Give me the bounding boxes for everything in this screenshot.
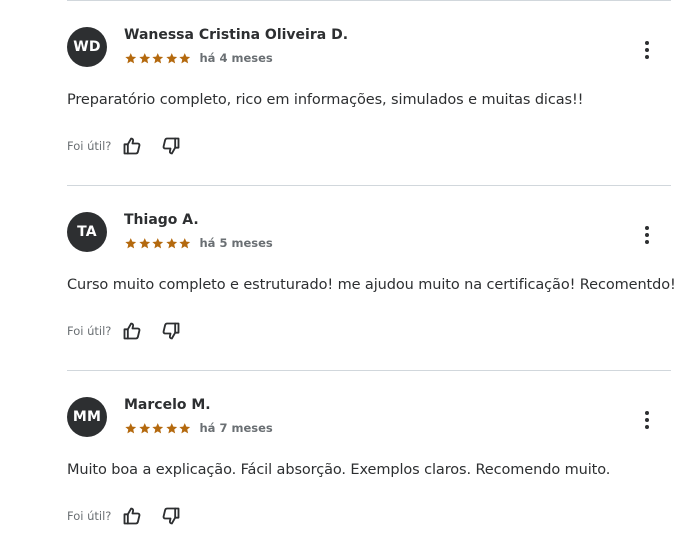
thumbs-up-icon[interactable]: [121, 320, 143, 342]
review-item: MM Marcelo M. há 7 meses Muito boa a exp…: [67, 371, 671, 555]
review-item: WD Wanessa Cristina Oliveira D. há 4 mes…: [67, 1, 671, 185]
reviewer-name: Wanessa Cristina Oliveira D.: [124, 27, 349, 43]
star-icon: [165, 422, 177, 433]
more-options-icon[interactable]: [637, 223, 657, 247]
star-icon: [179, 422, 191, 433]
avatar: TA: [67, 212, 107, 252]
review-date: há 4 meses: [199, 51, 273, 65]
helpful-label: Foi útil?: [67, 324, 112, 338]
reviewer-name: Marcelo M.: [124, 397, 211, 413]
star-icon: [179, 237, 191, 248]
star-icon: [179, 52, 191, 63]
thumbs-up-icon[interactable]: [121, 135, 143, 157]
more-options-icon[interactable]: [637, 38, 657, 62]
reviews-list: WD Wanessa Cristina Oliveira D. há 4 mes…: [67, 0, 676, 555]
star-icon: [165, 237, 177, 248]
star-icon: [152, 237, 164, 248]
review-meta: há 5 meses: [124, 235, 273, 251]
helpful-row: Foi útil?: [67, 505, 199, 527]
review-comment: Preparatório completo, rico em informaçõ…: [67, 92, 584, 108]
star-icon: [138, 52, 150, 63]
more-options-icon[interactable]: [637, 408, 657, 432]
star-icon: [152, 52, 164, 63]
thumbs-down-icon[interactable]: [160, 320, 182, 342]
avatar: MM: [67, 397, 107, 437]
star-icon: [165, 52, 177, 63]
star-icon: [125, 237, 137, 248]
star-icon: [125, 52, 137, 63]
helpful-label: Foi útil?: [67, 509, 112, 523]
thumbs-up-icon[interactable]: [121, 505, 143, 527]
review-date: há 7 meses: [199, 421, 273, 435]
star-icon: [138, 422, 150, 433]
review-item: TA Thiago A. há 5 meses Curso muito comp…: [67, 186, 676, 370]
star-icon: [152, 422, 164, 433]
star-icon: [125, 422, 137, 433]
helpful-row: Foi útil?: [67, 135, 199, 157]
star-icon: [138, 237, 150, 248]
review-meta: há 7 meses: [124, 420, 273, 436]
star-rating: [124, 237, 192, 250]
star-rating: [124, 52, 192, 65]
review-date: há 5 meses: [199, 236, 273, 250]
helpful-label: Foi útil?: [67, 139, 112, 153]
helpful-row: Foi útil?: [67, 320, 199, 342]
review-comment: Muito boa a explicação. Fácil absorção. …: [67, 462, 611, 478]
review-meta: há 4 meses: [124, 50, 273, 66]
thumbs-down-icon[interactable]: [160, 135, 182, 157]
avatar: WD: [67, 27, 107, 67]
reviewer-name: Thiago A.: [124, 212, 199, 228]
star-rating: [124, 422, 192, 435]
thumbs-down-icon[interactable]: [160, 505, 182, 527]
review-comment: Curso muito completo e estruturado! me a…: [67, 277, 676, 293]
